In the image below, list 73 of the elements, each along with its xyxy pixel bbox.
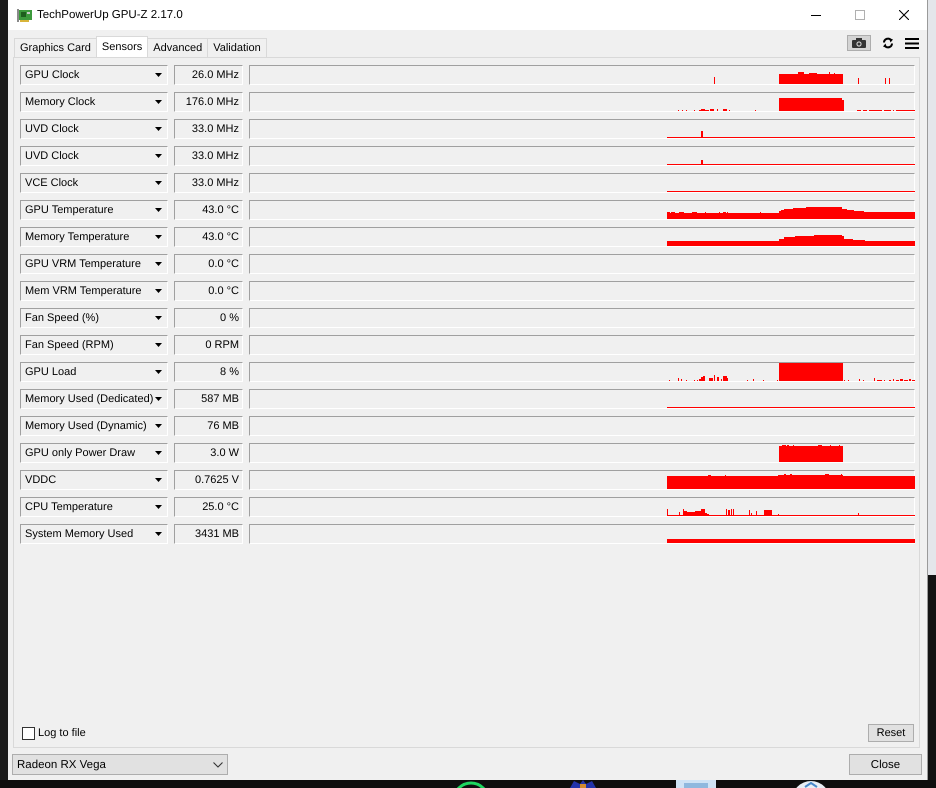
sensor-value-field: 33.0 MHz [174,173,243,193]
caret-icon [155,370,162,374]
sensor-select[interactable]: GPU Clock [20,65,168,85]
caret-icon [155,343,162,347]
sensor-select[interactable]: GPU Temperature [20,200,168,220]
tab[interactable]: Graphics Card [14,38,97,57]
sensor-select[interactable]: GPU VRM Temperature [20,254,168,274]
checkbox-label[interactable]: Log to file [38,727,86,739]
close-icon[interactable] [899,10,909,20]
sensor-value-field: 0.0 °C [174,254,243,274]
caret-icon [155,262,162,266]
sensor-select[interactable]: Memory Used (Dynamic) [20,416,168,436]
sensor-select[interactable]: Mem VRM Temperature [20,281,168,301]
minimize-icon[interactable] [811,14,821,16]
sensor-select[interactable]: VCE Clock [20,173,168,193]
tile-icon[interactable] [676,780,716,788]
caret-icon [155,289,162,293]
sensor-select[interactable]: Fan Speed (%) [20,308,168,328]
sparkline-drawing [779,445,843,462]
sensor-select[interactable]: UVD Clock [20,119,168,139]
sensor-value-field: 26.0 MHz [174,65,243,85]
sensor-select[interactable]: Memory Used (Dedicated) [20,389,168,409]
sensor-value-field: 587 MB [174,389,243,409]
close-button[interactable]: Close [849,754,922,775]
sensor-select[interactable]: Memory Temperature [20,227,168,247]
tab[interactable]: Sensors [96,36,148,57]
caret-icon [155,397,162,401]
sensor-value-field: 8 % [174,362,243,382]
sensor-value-field: 3.0 W [174,443,243,463]
sensor-value-field: 0 % [174,308,243,328]
caret-icon [155,316,162,320]
sensor-select[interactable]: Fan Speed (RPM) [20,335,168,355]
camera-icon [852,38,866,48]
reset-button[interactable]: Reset [868,724,914,742]
sensor-value-field: 176.0 MHz [174,92,243,112]
caret-icon [155,478,162,482]
caret-icon [155,424,162,428]
caret-icon [155,532,162,536]
sensor-select[interactable]: GPU only Power Draw [20,443,168,463]
sensor-select[interactable]: Memory Clock [20,92,168,112]
tab[interactable]: Validation [207,38,267,57]
menu-icon[interactable] [905,38,919,48]
caret-icon [155,235,162,239]
caret-icon [155,208,162,212]
caret-icon [155,451,162,455]
sensor-value-field: 33.0 MHz [174,146,243,166]
caret-icon [155,100,162,104]
sensor-value-field: 0 RPM [174,335,243,355]
camera-button[interactable] [847,35,871,51]
caret-icon [155,73,162,77]
sensor-value-field: 76 MB [174,416,243,436]
sensor-select[interactable]: VDDC [20,470,168,490]
device-select[interactable]: Radeon RX Vega [12,754,228,775]
sensor-select[interactable]: System Memory Used [20,524,168,544]
sensor-select[interactable]: UVD Clock [20,146,168,166]
chevron-icon [213,762,223,768]
sensor-select[interactable]: GPU Load [20,362,168,382]
sensor-value-field: 25.0 °C [174,497,243,517]
caret-icon [155,181,162,185]
sensor-select[interactable]: CPU Temperature [20,497,168,517]
caret-icon [155,154,162,158]
sensor-value-field: 43.0 °C [174,200,243,220]
sensor-value-field: 0.7625 V [174,470,243,490]
caret-icon [155,127,162,131]
sensor-value-field: 33.0 MHz [174,119,243,139]
sensor-value-field: 43.0 °C [174,227,243,247]
window-title: TechPowerUp GPU-Z 2.17.0 [37,9,183,21]
caret-icon [155,505,162,509]
log-checkbox[interactable] [22,726,35,740]
sensor-value-field: 3431 MB [174,524,243,544]
refresh-icon[interactable] [882,37,894,49]
graphics-card-icon [17,8,32,22]
sensor-value-field: 0.0 °C [174,281,243,301]
